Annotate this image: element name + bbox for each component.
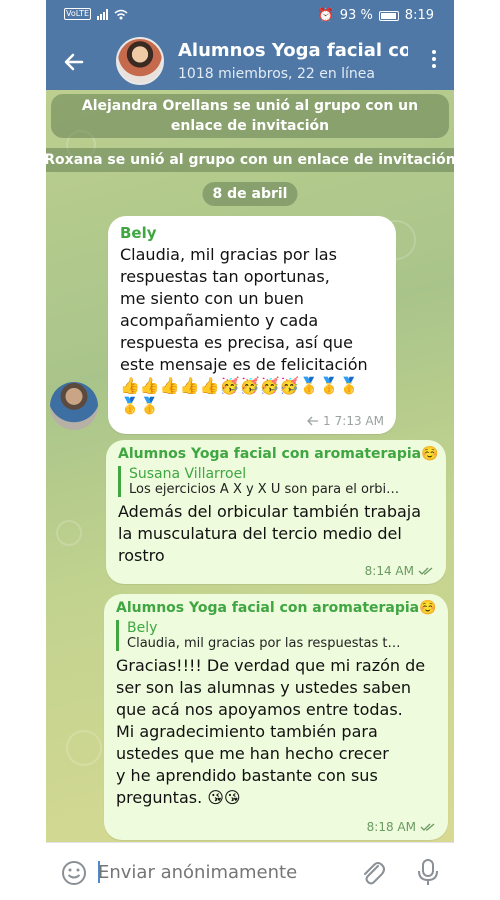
reply-snippet: Los ejercicios A X y X U son para el orb… — [129, 482, 400, 497]
message-input[interactable] — [98, 859, 348, 885]
microphone-icon[interactable] — [416, 857, 440, 887]
message-text: Además del orbicular también trabaja la … — [118, 502, 422, 565]
double-check-icon — [418, 567, 433, 575]
reply-snippet: Claudia, mil gracias por las respuestas … — [127, 636, 401, 651]
message-bubble[interactable]: Alumnos Yoga facial con aromaterapia☺️ S… — [106, 440, 446, 584]
date-separator: 8 de abril — [202, 182, 298, 206]
status-bar: VoLTE ⏰ 93 % 8:19 — [46, 0, 454, 32]
service-message-join: Roxana se unió al grupo con un enlace de… — [46, 148, 454, 172]
reply-icon[interactable] — [307, 416, 319, 426]
member-count: 1018 miembros, 22 en línea — [178, 66, 375, 82]
wallpaper-doodle — [56, 520, 82, 546]
message-sender[interactable]: Alumnos Yoga facial con aromaterapia☺️ — [118, 446, 439, 462]
chat-title[interactable]: Alumnos Yoga facial con aromaterapia — [178, 40, 408, 61]
message-sender[interactable]: Alumnos Yoga facial con aromaterapia☺️ — [116, 600, 437, 616]
phone-screen: VoLTE ⏰ 93 % 8:19 Alumnos Yoga facial co… — [46, 0, 454, 900]
status-left: VoLTE — [64, 8, 128, 20]
battery-icon — [378, 10, 399, 21]
wifi-icon — [114, 9, 128, 19]
double-check-icon — [420, 823, 435, 831]
emoji-line: 👍👍👍👍👍🥳🥳🥳🥳🥇🥇🥇 — [120, 376, 360, 395]
signal-icon — [97, 8, 109, 20]
status-right: ⏰ 93 % 8:19 — [318, 8, 434, 23]
message-meta: 8:18 AM — [367, 820, 436, 834]
battery-percent: 93 % — [339, 8, 373, 23]
chat-header: Alumnos Yoga facial con aromaterapia 101… — [46, 32, 454, 90]
message-meta: 1 7:13 AM — [307, 414, 384, 428]
avatar[interactable] — [50, 382, 98, 430]
message-sender[interactable]: Bely — [120, 224, 384, 242]
group-avatar[interactable] — [116, 37, 164, 85]
message-meta: 8:14 AM — [365, 564, 434, 578]
message-composer — [46, 842, 454, 900]
message-text: Claudia, mil gracias por las respuestas … — [120, 245, 368, 374]
chat-area[interactable]: Alejandra Orellans se unió al grupo con … — [46, 90, 454, 842]
more-vert-icon[interactable] — [430, 50, 438, 72]
volte-badge: VoLTE — [64, 8, 92, 20]
message-bubble[interactable]: Bely Claudia, mil gracias por las respue… — [108, 216, 396, 434]
message-time: 8:14 AM — [364, 564, 414, 578]
paperclip-icon[interactable] — [358, 857, 386, 887]
back-arrow-icon[interactable] — [60, 48, 88, 76]
emoji-line: 🥇🥇 — [120, 396, 160, 415]
message-text: Gracias!!!! De verdad que mi razón de se… — [116, 656, 426, 807]
reply-preview[interactable]: Susana Villarroel Los ejercicios A X y X… — [118, 466, 434, 497]
message-time: 7:13 AM — [334, 414, 384, 428]
reply-author: Susana Villarroel — [129, 466, 247, 482]
alarm-icon: ⏰ — [317, 8, 334, 23]
service-message-join: Alejandra Orellans se unió al grupo con … — [51, 94, 449, 138]
reply-author: Bely — [127, 620, 158, 636]
message-bubble[interactable]: Alumnos Yoga facial con aromaterapia☺️ B… — [104, 594, 448, 840]
clock: 8:19 — [404, 8, 434, 23]
message-time: 8:18 AM — [366, 820, 416, 834]
wallpaper-doodle — [66, 730, 102, 766]
reply-count[interactable]: 1 — [323, 414, 331, 428]
emoji-icon[interactable] — [60, 859, 88, 887]
reply-preview[interactable]: Bely Claudia, mil gracias por las respue… — [116, 620, 436, 651]
